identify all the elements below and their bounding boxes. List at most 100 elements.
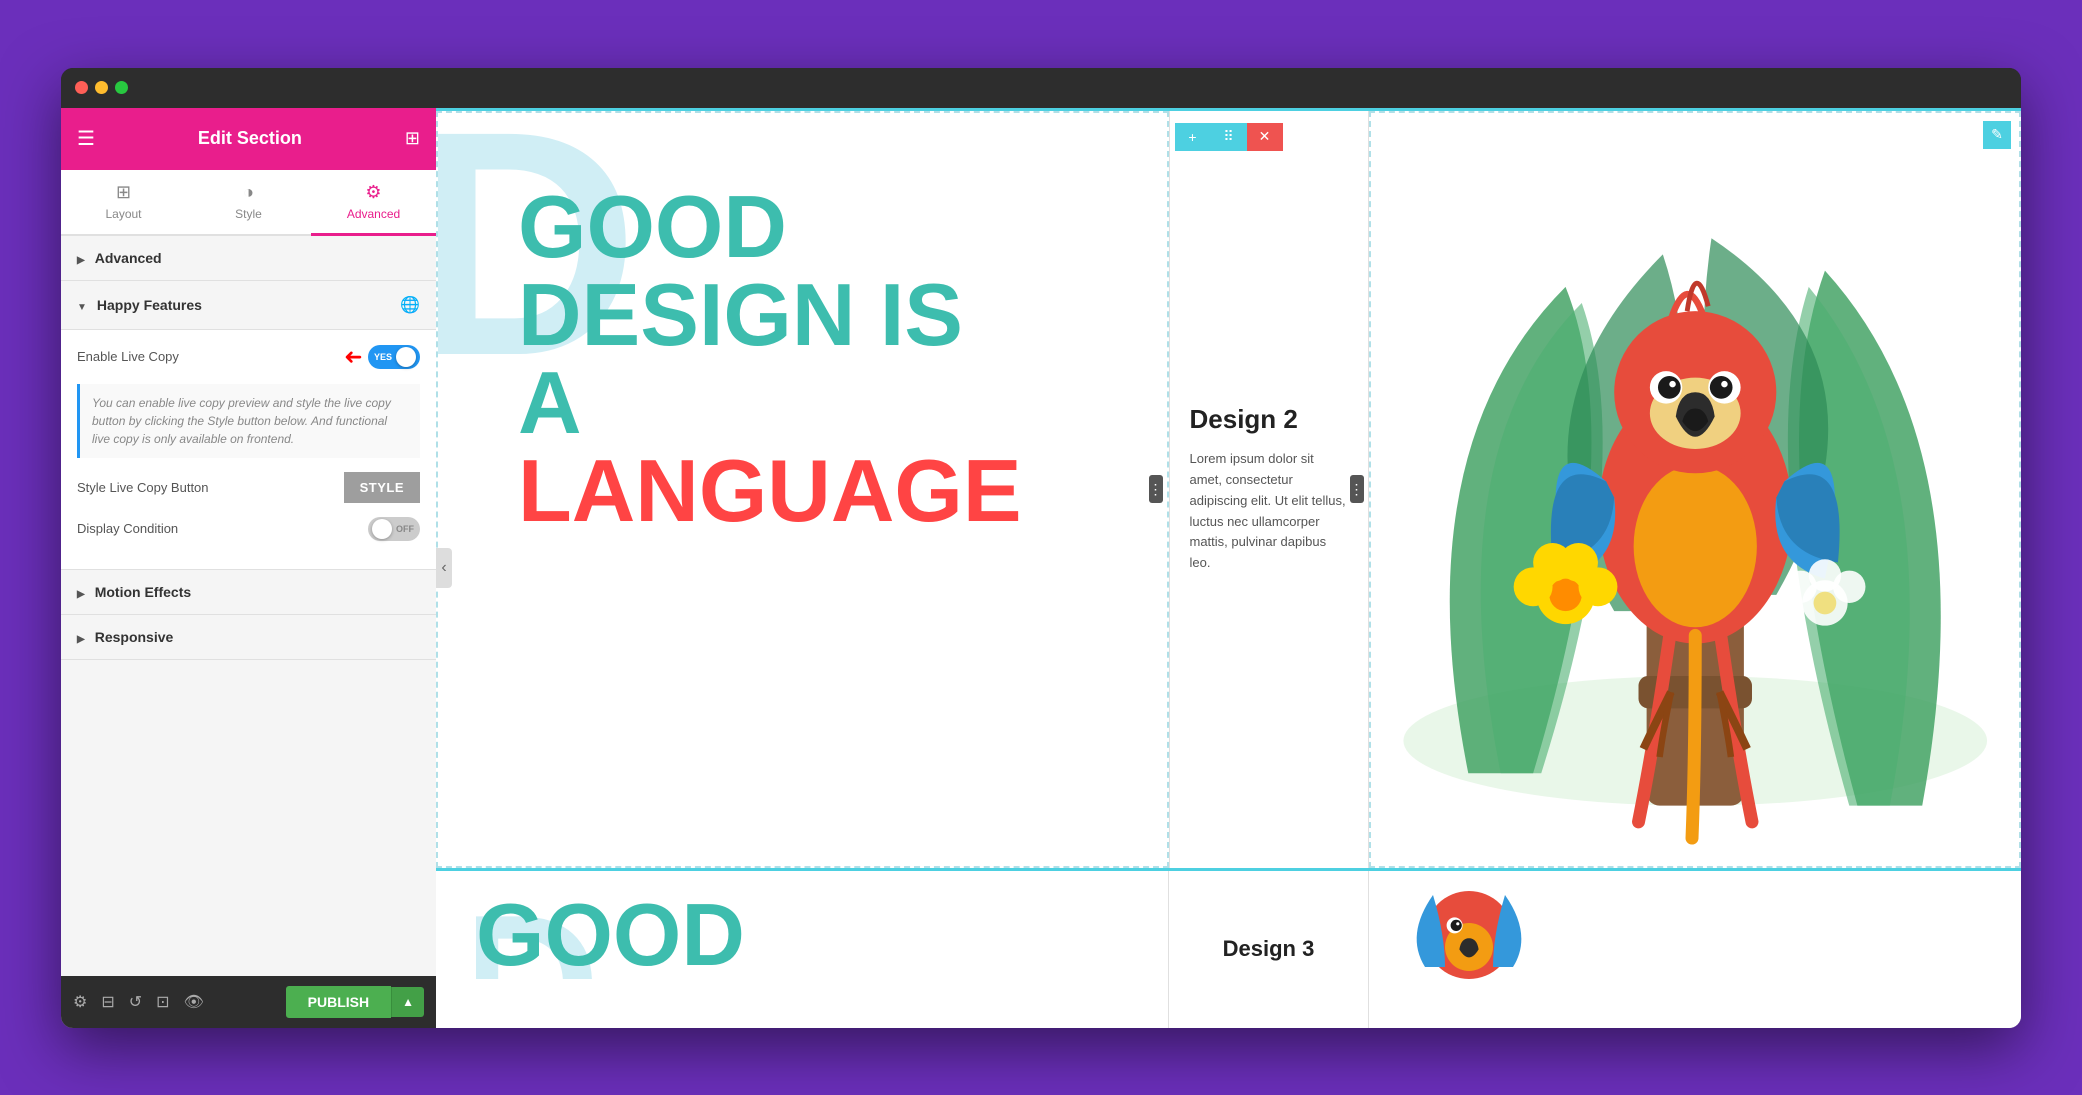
advanced-section: Advanced — [61, 236, 436, 281]
parrot-illustration — [1371, 113, 2020, 866]
add-section-button[interactable]: + — [1175, 123, 1211, 151]
style-live-copy-row: Style Live Copy Button STYLE — [77, 472, 420, 503]
close-button[interactable] — [75, 81, 88, 94]
col-resize-handle-middle[interactable] — [1350, 475, 1364, 503]
edit-icon[interactable] — [1983, 121, 2011, 149]
happy-features-header-left: Happy Features — [77, 297, 202, 313]
bottom-design3-title: Design 3 — [1223, 936, 1315, 962]
layers-icon[interactable]: ⊟ — [101, 992, 114, 1012]
arrow-indicator: ➜ YES — [344, 344, 420, 370]
responsive-header[interactable]: Responsive — [61, 615, 436, 659]
red-arrow-icon: ➜ — [344, 344, 362, 370]
advanced-accordion-header[interactable]: Advanced — [61, 236, 436, 280]
toggle-knob — [396, 347, 416, 367]
design2-title: Design 2 — [1190, 404, 1298, 435]
happy-features-label: Happy Features — [97, 297, 202, 313]
tab-advanced[interactable]: ⚙ Advanced — [311, 170, 436, 236]
layout-icon: ⊞ — [116, 182, 131, 203]
move-section-button[interactable]: ⠿ — [1211, 123, 1247, 151]
canvas-col-right — [1369, 111, 2022, 868]
app-window: ☰ Edit Section ⊞ ⊞ Layout ◑ Style ⚙ Adva… — [61, 68, 2021, 1028]
responsive-header-left: Responsive — [77, 629, 173, 645]
parrot-area — [1371, 113, 2020, 866]
motion-effects-section: Motion Effects — [61, 570, 436, 615]
hamburger-icon[interactable]: ☰ — [77, 126, 95, 151]
live-copy-toggle[interactable]: YES — [368, 345, 420, 369]
motion-effects-header-left: Motion Effects — [77, 584, 191, 600]
design2-body: Lorem ipsum dolor sit amet, consectetur … — [1190, 449, 1348, 574]
canvas-columns: D GOOD DESIGN IS A LANGUAGE — [436, 111, 2021, 868]
responsive-label: Responsive — [95, 629, 174, 645]
publish-caret-button[interactable]: ▲ — [391, 987, 424, 1017]
bottom-left-inner: D GOOD — [476, 891, 1128, 979]
design-line2: DESIGN IS — [518, 271, 1022, 359]
canvas-area: D GOOD DESIGN IS A LANGUAGE — [436, 111, 2021, 868]
grid-icon[interactable]: ⊞ — [405, 128, 420, 149]
sidebar-content: Advanced Happy Features 🌐 — [61, 236, 436, 976]
sidebar-footer: ⚙ ⊟ ↺ ⊡ 👁 PUBLISH ▲ — [61, 976, 436, 1028]
display-condition-row: Display Condition OFF — [77, 517, 420, 541]
enable-live-copy-row: Enable Live Copy ➜ YES — [77, 344, 420, 370]
bottom-middle: Design 3 — [1168, 871, 1368, 1028]
preview-icon[interactable]: 👁 — [184, 992, 204, 1012]
display-condition-label: Display Condition — [77, 521, 178, 536]
close-section-button[interactable]: ✕ — [1247, 123, 1283, 151]
app-body: ☰ Edit Section ⊞ ⊞ Layout ◑ Style ⚙ Adva… — [61, 108, 2021, 1028]
design-line3: A — [518, 359, 1022, 447]
sidebar-tabs: ⊞ Layout ◑ Style ⚙ Advanced — [61, 170, 436, 236]
responsive-icon[interactable]: ⊡ — [156, 992, 169, 1012]
canvas-bottom: D GOOD Design 3 — [436, 868, 2021, 1028]
sidebar: ☰ Edit Section ⊞ ⊞ Layout ◑ Style ⚙ Adva… — [61, 108, 436, 1028]
toggle-off-label: OFF — [396, 524, 414, 534]
sidebar-header: ☰ Edit Section ⊞ — [61, 108, 436, 170]
motion-effects-label: Motion Effects — [95, 584, 191, 600]
maximize-button[interactable] — [115, 81, 128, 94]
footer-icons: ⚙ ⊟ ↺ ⊡ 👁 — [73, 992, 204, 1012]
tab-advanced-label: Advanced — [347, 207, 400, 221]
happy-features-section: Happy Features 🌐 Enable Live Copy ➜ YES — [61, 281, 436, 570]
happy-features-globe-icon: 🌐 — [400, 295, 420, 315]
style-icon: ◑ — [243, 182, 254, 203]
happy-features-header[interactable]: Happy Features 🌐 — [61, 281, 436, 330]
motion-effects-chevron-icon — [77, 584, 85, 600]
display-condition-toggle[interactable]: OFF — [368, 517, 420, 541]
canvas-col-middle: Design 2 Lorem ipsum dolor sit amet, con… — [1169, 111, 1369, 868]
history-icon[interactable]: ↺ — [129, 992, 142, 1012]
design-text: GOOD DESIGN IS A LANGUAGE — [518, 183, 1022, 535]
enable-live-copy-label: Enable Live Copy — [77, 349, 179, 364]
minimize-button[interactable] — [95, 81, 108, 94]
sidebar-title: Edit Section — [198, 128, 302, 149]
chevron-down-icon — [77, 297, 87, 313]
col-resize-handle-left[interactable] — [1149, 475, 1163, 503]
publish-button[interactable]: PUBLISH — [286, 986, 391, 1018]
collapse-handle[interactable] — [436, 548, 452, 588]
settings-icon[interactable]: ⚙ — [73, 992, 87, 1012]
display-condition-knob — [372, 519, 392, 539]
style-live-copy-button[interactable]: STYLE — [344, 472, 420, 503]
responsive-section: Responsive — [61, 615, 436, 660]
bottom-right — [1368, 871, 2021, 1028]
chevron-right-icon — [77, 250, 85, 266]
bottom-good-text: GOOD — [476, 891, 745, 979]
design-line4: LANGUAGE — [518, 447, 1022, 535]
live-copy-info-box: You can enable live copy preview and sty… — [77, 384, 420, 458]
advanced-label: Advanced — [95, 250, 162, 266]
happy-features-body: Enable Live Copy ➜ YES You can — [61, 330, 436, 569]
advanced-icon: ⚙ — [365, 182, 381, 203]
design-line1: GOOD — [518, 183, 1022, 271]
section-toolbar: + ⠿ ✕ — [1175, 123, 1283, 151]
toggle-yes-label: YES — [374, 352, 392, 362]
publish-button-wrap: PUBLISH ▲ — [286, 986, 424, 1018]
bottom-parrot-partial — [1369, 871, 1569, 1028]
tab-style-label: Style — [235, 207, 262, 221]
tab-layout-label: Layout — [105, 207, 141, 221]
tab-style[interactable]: ◑ Style — [186, 170, 311, 236]
motion-effects-header[interactable]: Motion Effects — [61, 570, 436, 614]
tab-layout[interactable]: ⊞ Layout — [61, 170, 186, 236]
canvas-col-left: D GOOD DESIGN IS A LANGUAGE — [436, 111, 1169, 868]
bottom-left: D GOOD — [436, 871, 1168, 1028]
live-copy-info-text: You can enable live copy preview and sty… — [92, 396, 391, 446]
titlebar — [61, 68, 2021, 108]
main-content: + ⠿ ✕ D GOOD DESIGN IS A — [436, 108, 2021, 1028]
responsive-chevron-icon — [77, 629, 85, 645]
